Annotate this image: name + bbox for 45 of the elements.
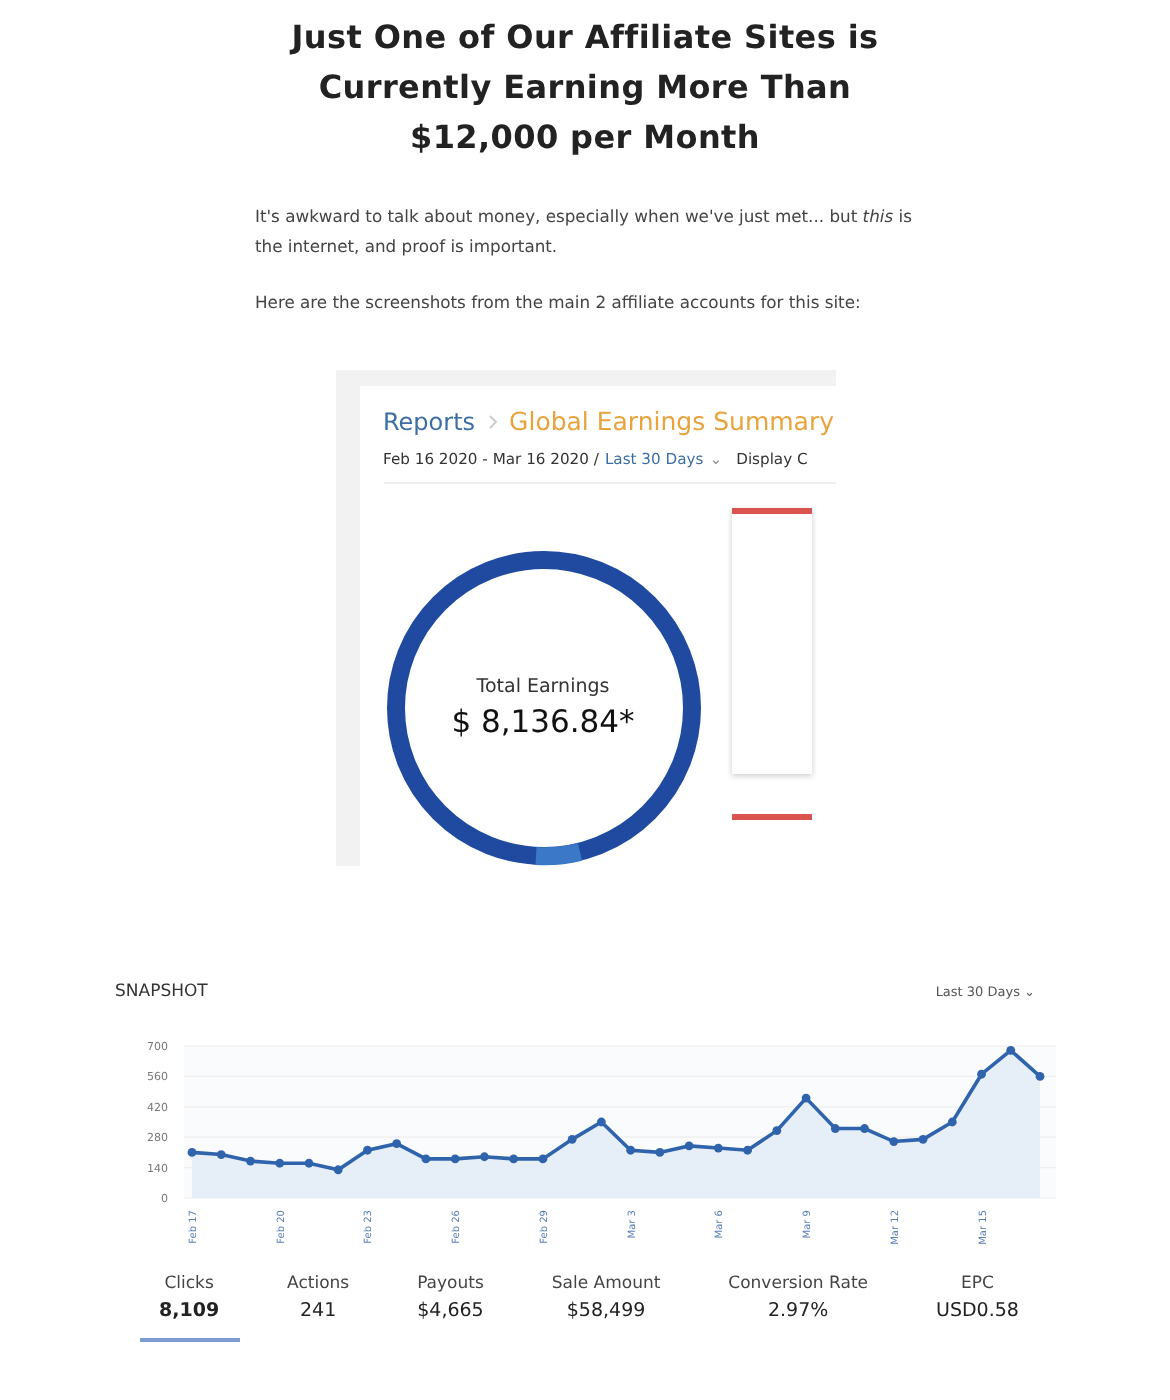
stat-tab[interactable]: Actions 241 — [267, 1274, 370, 1342]
data-point — [712, 1143, 722, 1153]
data-point — [274, 1158, 284, 1168]
data-point — [449, 1154, 459, 1164]
paragraph: It's awkward to talk about money, especially when we've just met... but this is the internet, and proof is important. — [255, 204, 914, 260]
data-point — [946, 1117, 956, 1127]
data-point — [391, 1139, 401, 1149]
report-title: Global Earnings Summary — [509, 406, 835, 436]
stat-tab[interactable]: Sale Amount $58,499 — [531, 1274, 681, 1342]
stat-tab[interactable]: Clicks 8,109 — [139, 1274, 240, 1342]
data-point — [186, 1148, 196, 1157]
paragraph: Here are the screenshots from the main 2 affiliate accounts for this site: — [255, 290, 863, 316]
data-point — [683, 1141, 693, 1151]
breadcrumb-link[interactable]: Reports — [383, 407, 476, 435]
page-heading: Just One of Our Affiliate Sites is Currently Earning More Than $12,000 per Month — [287, 16, 881, 160]
data-point — [771, 1126, 781, 1136]
data-point — [596, 1117, 605, 1127]
stat-tab[interactable]: EPC USD0.58 — [915, 1274, 1039, 1342]
snapshot-title: SNAPSHOT — [115, 982, 208, 1002]
data-point — [625, 1145, 634, 1155]
total-value: $ 8,136.84* — [451, 704, 635, 740]
chevron-icon — [487, 413, 498, 429]
data-point — [332, 1165, 342, 1175]
data-point — [566, 1134, 576, 1144]
data-point — [654, 1148, 664, 1157]
data-point — [303, 1158, 313, 1168]
data-point — [742, 1145, 751, 1155]
data-point — [888, 1137, 898, 1146]
data-point — [917, 1134, 927, 1144]
data-point — [976, 1069, 985, 1079]
data-point — [829, 1124, 839, 1133]
data-point — [800, 1093, 810, 1103]
data-point — [215, 1150, 225, 1159]
data-point — [537, 1154, 547, 1164]
total-label: Total Earnings — [476, 676, 610, 698]
data-point — [362, 1145, 371, 1155]
data-point — [859, 1124, 868, 1133]
data-point — [508, 1154, 518, 1164]
stat-tab[interactable]: Payouts $4,665 — [397, 1274, 504, 1342]
data-point — [1034, 1072, 1044, 1081]
data-point — [245, 1156, 254, 1166]
data-point — [479, 1152, 488, 1162]
stat-tab[interactable]: Conversion Rate 2.97% — [708, 1274, 889, 1342]
data-point — [1005, 1045, 1015, 1055]
data-point — [420, 1154, 430, 1164]
